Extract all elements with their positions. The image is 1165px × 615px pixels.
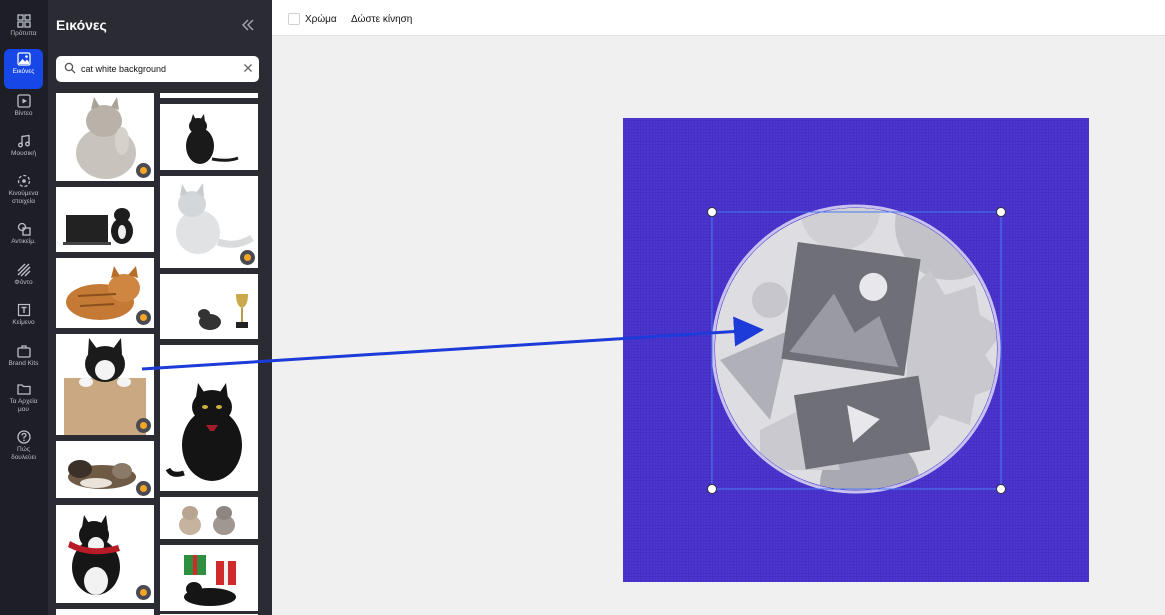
image-icon [16, 52, 31, 66]
rail-item-shapes[interactable]: Αντικείμ. [4, 219, 43, 259]
cat-photo [165, 383, 242, 481]
collapse-panel-button[interactable] [238, 15, 258, 35]
rail-label: Μουσική [11, 150, 36, 157]
search-icon [64, 62, 76, 74]
image-result[interactable] [56, 258, 154, 328]
rail-item-animations[interactable]: Κινούμενα στοιχεία [4, 171, 43, 209]
image-result[interactable] [160, 104, 258, 170]
panel-title: Εικόνες [56, 17, 107, 33]
image-result[interactable] [56, 334, 154, 435]
image-result[interactable] [56, 441, 154, 498]
clear-search-icon[interactable] [242, 62, 254, 74]
premium-badge-icon [136, 418, 151, 433]
premium-badge-icon [240, 250, 255, 265]
shapes-icon [17, 222, 31, 236]
video-icon [16, 94, 31, 108]
folder-icon [16, 384, 31, 395]
templates-icon [16, 14, 31, 28]
animation-icon [17, 174, 30, 188]
rail-label: Εικόνες [12, 68, 35, 75]
cat-photo [186, 114, 239, 164]
briefcase-icon [16, 345, 31, 358]
animate-button[interactable]: Δώστε κίνηση [351, 14, 412, 25]
tool-rail: Πρότυπα Εικόνες Βίντεο Μουσική Κινούμενα… [0, 0, 48, 615]
rail-item-brand-kits[interactable]: Brand Kits [4, 341, 43, 381]
rail-item-my-files[interactable]: Τα Αρχεία μου [4, 379, 43, 417]
rail-label: Πρότυπα [10, 30, 37, 37]
rail-item-music[interactable]: Μουσική [4, 131, 43, 171]
image-result[interactable] [56, 187, 154, 252]
rail-label: Κείμενο [12, 319, 35, 326]
premium-badge-icon [136, 585, 151, 600]
search-input[interactable] [81, 60, 231, 78]
music-icon [17, 134, 30, 148]
rail-label: Τα Αρχεία μου [9, 398, 38, 413]
rail-item-how-it-works[interactable]: Πώς δουλεύει [4, 427, 43, 465]
text-icon [17, 303, 30, 317]
color-swatch[interactable] [288, 13, 300, 25]
rail-item-templates[interactable]: Πρότυπα [4, 11, 43, 51]
double-chevron-left-icon [241, 19, 254, 31]
rail-item-video[interactable]: Βίντεο [4, 91, 43, 131]
rail-item-text[interactable]: Κείμενο [4, 300, 43, 340]
premium-badge-icon [136, 310, 151, 325]
rail-label: Αντικείμ. [11, 238, 36, 245]
image-result[interactable] [160, 345, 258, 491]
rail-item-background[interactable]: Φόντο [4, 260, 43, 300]
image-result[interactable] [56, 609, 154, 615]
rail-label: Πώς δουλεύει [11, 446, 36, 461]
cat-with-gifts-photo [184, 555, 236, 606]
image-result[interactable] [160, 545, 258, 611]
cat-photo [198, 294, 248, 330]
premium-badge-icon [136, 481, 151, 496]
premium-badge-icon [136, 163, 151, 178]
rail-label: Φόντο [14, 279, 33, 286]
color-button[interactable]: Χρώμα [305, 14, 337, 25]
rail-item-images[interactable]: Εικόνες [4, 49, 43, 89]
rail-label: Βίντεο [14, 110, 33, 117]
image-result[interactable] [160, 176, 258, 268]
image-result[interactable] [160, 497, 258, 539]
images-panel: Εικόνες [48, 0, 272, 615]
kittens-photo [179, 506, 235, 535]
cat-photo [63, 208, 133, 245]
help-icon [16, 430, 31, 444]
image-result[interactable] [160, 93, 258, 98]
rail-label: Brand Kits [8, 360, 39, 367]
image-result[interactable] [56, 93, 154, 181]
image-search-box [56, 56, 259, 82]
rail-label: Κινούμενα στοιχεία [8, 190, 39, 205]
background-icon [17, 263, 30, 277]
image-result[interactable] [56, 505, 154, 603]
image-result[interactable] [160, 274, 258, 339]
top-toolbar: Χρώμα Δώστε κίνηση [272, 3, 1165, 36]
